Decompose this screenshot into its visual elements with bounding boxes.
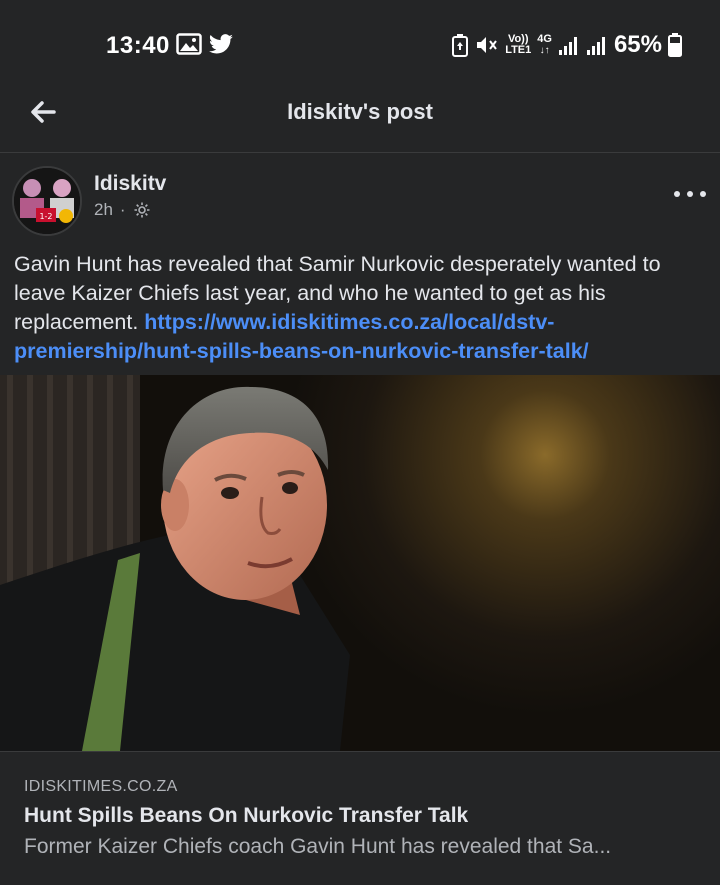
battery-percent: 65% bbox=[613, 31, 662, 58]
lte-label: LTE1 bbox=[505, 44, 532, 56]
post-time[interactable]: 2h bbox=[94, 200, 113, 220]
volte-indicator: Vo)) LTE1 bbox=[505, 34, 531, 56]
more-dot bbox=[674, 191, 680, 197]
signal-icon-1 bbox=[558, 37, 577, 55]
link-preview-card[interactable]: IDISKITIMES.CO.ZA Hunt Spills Beans On N… bbox=[0, 751, 720, 885]
link-domain: IDISKITIMES.CO.ZA bbox=[24, 778, 178, 795]
more-dot bbox=[687, 191, 693, 197]
more-dot bbox=[700, 191, 706, 197]
meta-separator: · bbox=[119, 200, 126, 219]
post-meta: 2h · bbox=[94, 200, 151, 220]
author-name[interactable]: Idiskitv bbox=[94, 172, 166, 196]
link-description: Former Kaizer Chiefs coach Gavin Hunt ha… bbox=[24, 835, 612, 858]
signal-icon-2 bbox=[586, 37, 605, 55]
status-right-cluster: Vo)) LTE1 4G ↓↑ 65% bbox=[451, 30, 682, 60]
mute-icon bbox=[477, 37, 497, 53]
public-gear-icon bbox=[134, 202, 150, 218]
battery-saver-icon bbox=[452, 34, 469, 57]
network-label: 4G bbox=[537, 33, 552, 45]
battery-icon bbox=[668, 33, 682, 57]
link-title: Hunt Spills Beans On Nurkovic Transfer T… bbox=[24, 804, 469, 827]
gallery-icon bbox=[176, 33, 202, 55]
post-header-bar: Idiskitv's post bbox=[0, 82, 720, 152]
data-arrows-icon: ↓↑ bbox=[539, 45, 550, 56]
post-text: Gavin Hunt has revealed that Samir Nurko… bbox=[14, 250, 714, 366]
twitter-icon bbox=[209, 34, 233, 54]
header-divider bbox=[0, 152, 720, 153]
page-title: Idiskitv's post bbox=[287, 99, 433, 124]
avatar[interactable]: 1-2 bbox=[12, 166, 82, 236]
network-indicator: 4G ↓↑ bbox=[537, 33, 552, 57]
post-image[interactable] bbox=[0, 375, 720, 751]
more-options-button[interactable] bbox=[674, 182, 706, 206]
status-time: 13:40 bbox=[106, 32, 170, 59]
avatar-score-text: 1-2 bbox=[39, 212, 52, 221]
status-bar: 13:40 Vo)) LTE1 4G ↓↑ 65% bbox=[0, 0, 720, 90]
